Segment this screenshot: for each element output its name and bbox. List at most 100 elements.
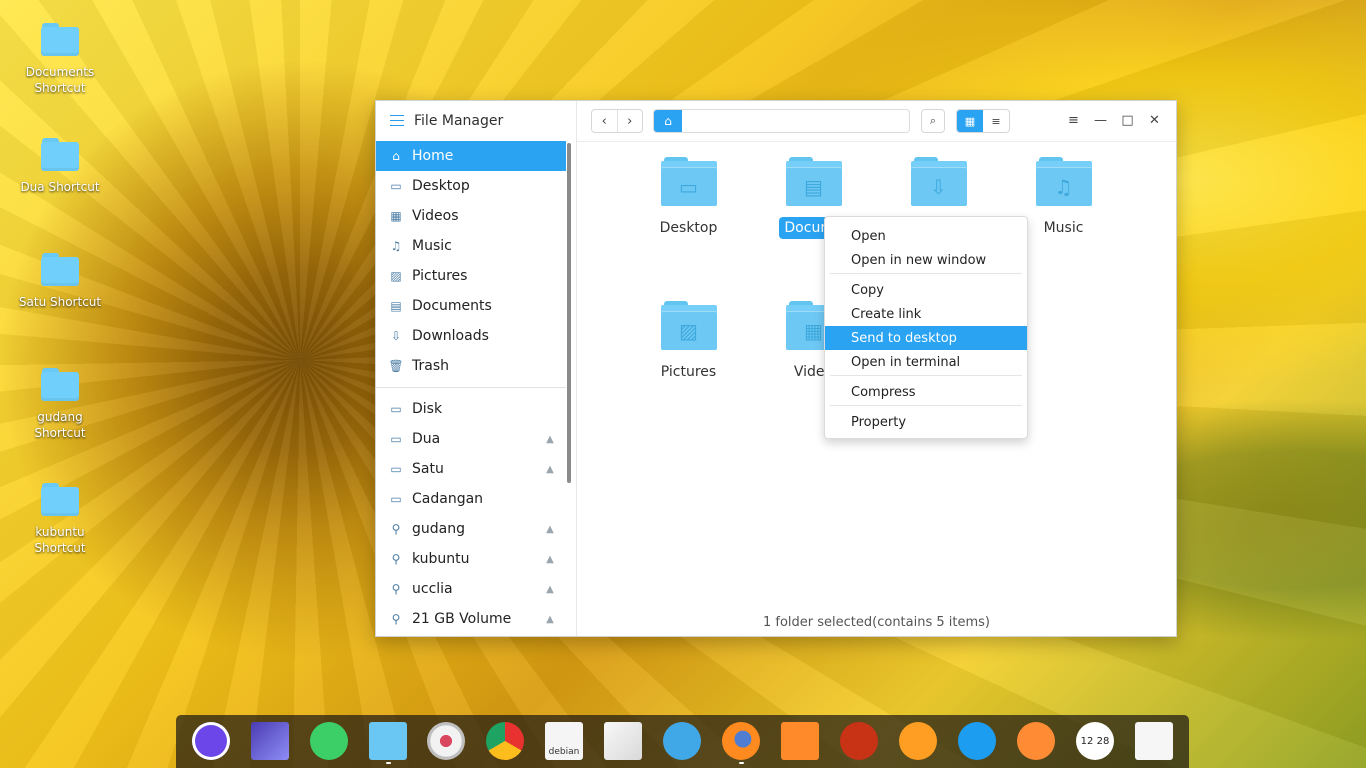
network-icon: ⚲: [391, 522, 401, 536]
eject-icon[interactable]: ▲: [544, 554, 556, 565]
firefox-icon[interactable]: [722, 722, 760, 760]
menu-item-open-in-new-window[interactable]: Open in new window: [825, 248, 1027, 272]
home-breadcrumb-icon[interactable]: ⌂: [654, 110, 682, 132]
maximize-icon[interactable]: □: [1118, 110, 1137, 130]
sidebar-item-label: Videos: [412, 208, 459, 224]
search-icon[interactable]: ⌕: [921, 109, 945, 133]
window-controls: ≡ — □ ✕: [1064, 110, 1164, 130]
sidebar: File Manager ⌂ Home ▭ Desktop ▦ Videos ♫ Mus…: [376, 101, 577, 636]
debian-icon[interactable]: debian: [545, 722, 583, 760]
sidebar-item-satu[interactable]: ▭ Satu ▲: [376, 454, 566, 484]
network-icon: ⚲: [391, 612, 401, 626]
menu-item-property[interactable]: Property: [825, 410, 1027, 434]
menu-item-copy[interactable]: Copy: [825, 278, 1027, 302]
telegram-icon[interactable]: [663, 722, 701, 760]
close-icon[interactable]: ✕: [1145, 110, 1164, 130]
context-menu: Open Open in new window Copy Create link…: [824, 216, 1028, 439]
running-indicator: [739, 762, 744, 764]
minimize-icon[interactable]: —: [1091, 110, 1110, 130]
sidebar-item-home[interactable]: ⌂ Home: [376, 141, 566, 171]
eject-icon[interactable]: ▲: [544, 464, 556, 475]
sidebar-item-cadangan[interactable]: ▭ Cadangan: [376, 484, 566, 514]
window-manager-icon[interactable]: [251, 722, 289, 760]
desktop-shortcut-label: gudang Shortcut: [34, 410, 86, 440]
app-store-icon[interactable]: [310, 722, 348, 760]
sidebar-item-label: Documents: [412, 298, 492, 314]
disk-icon: ▭: [390, 492, 402, 506]
navigation-buttons: ‹ ›: [591, 109, 643, 133]
grid-view-icon[interactable]: ▦: [957, 110, 983, 132]
menu-item-open[interactable]: Open: [825, 224, 1027, 248]
eject-icon[interactable]: [1017, 722, 1055, 760]
sidebar-item-label: Desktop: [412, 178, 470, 194]
download-icon: ⇩: [390, 329, 402, 343]
eject-icon[interactable]: ▲: [544, 434, 556, 445]
list-view-icon[interactable]: ≡: [983, 110, 1009, 132]
menu-item-send-to-desktop[interactable]: Send to desktop: [825, 326, 1027, 350]
downloads-folder-icon: ⇩: [910, 156, 967, 208]
back-button[interactable]: ‹: [592, 110, 618, 132]
sidebar-item-music[interactable]: ♫ Music: [376, 231, 566, 261]
desktop-shortcut-kubuntu[interactable]: kubuntu Shortcut: [15, 476, 105, 591]
folder-item-pictures[interactable]: ▨ Pictures: [641, 300, 736, 400]
sidebar-item-label: ucclia: [412, 581, 453, 597]
trash-icon[interactable]: [1135, 722, 1173, 760]
forward-button[interactable]: ›: [618, 110, 643, 132]
launcher-icon[interactable]: [192, 722, 230, 760]
eject-icon[interactable]: ▲: [544, 584, 556, 595]
menu-item-open-in-terminal[interactable]: Open in terminal: [825, 350, 1027, 374]
sidebar-item-label: Home: [412, 148, 454, 164]
settings-icon[interactable]: [427, 722, 465, 760]
sidebar-item-label: Dua: [412, 431, 441, 447]
sidebar-item-21-gb-volume[interactable]: ⚲ 21 GB Volume ▲: [376, 604, 566, 634]
chrome-icon[interactable]: [486, 722, 524, 760]
sidebar-item-videos[interactable]: ▦ Videos: [376, 201, 566, 231]
sidebar-item-documents[interactable]: ▤ Documents: [376, 291, 566, 321]
menu-divider: [830, 405, 1022, 406]
search-app-icon[interactable]: [899, 722, 937, 760]
sidebar-item-pictures[interactable]: ▨ Pictures: [376, 261, 566, 291]
menu-item-create-link[interactable]: Create link: [825, 302, 1027, 326]
desktop-shortcut-satu[interactable]: Satu Shortcut: [15, 246, 105, 361]
sidebar-item-desktop[interactable]: ▭ Desktop: [376, 171, 566, 201]
dock: debian 12 28: [176, 715, 1189, 768]
sidebar-item-dua[interactable]: ▭ Dua ▲: [376, 424, 566, 454]
menu-icon: [390, 115, 404, 127]
clock-icon[interactable]: 12 28: [1076, 722, 1114, 760]
file-manager-icon[interactable]: [369, 722, 407, 760]
shopping-bag-icon[interactable]: [781, 722, 819, 760]
sidebar-item-gudang[interactable]: ⚲ gudang ▲: [376, 514, 566, 544]
sidebar-item-trash[interactable]: 🗑 Trash: [376, 351, 566, 381]
power-icon[interactable]: [840, 722, 878, 760]
network-icon: ⚲: [391, 552, 401, 566]
desktop-shortcut-dua[interactable]: Dua Shortcut: [15, 131, 105, 246]
sidebar-item-downloads[interactable]: ⇩ Downloads: [376, 321, 566, 351]
sidebar-item-disk[interactable]: ▭ Disk: [376, 394, 566, 424]
eject-icon[interactable]: ▲: [544, 524, 556, 535]
desktop-shortcut-gudang[interactable]: gudang Shortcut: [15, 361, 105, 476]
folder-item-music[interactable]: ♫ Music: [1016, 156, 1111, 256]
desktop-shortcut-label: Documents Shortcut: [25, 65, 95, 95]
toolbar: ‹ › ⌂ ⌕ ▦ ≡ ≡ — □ ✕: [577, 101, 1176, 142]
desktop-shortcut-documents[interactable]: Documents Shortcut: [15, 16, 105, 131]
sidebar-item-label: Satu: [412, 461, 444, 477]
desktop-shortcut-label: kubuntu Shortcut: [34, 525, 86, 555]
wifi-icon[interactable]: [958, 722, 996, 760]
sidebar-item-label: Downloads: [412, 328, 489, 344]
video-icon: ▦: [390, 209, 402, 223]
document-icon: ▤: [390, 299, 402, 313]
folder-icon: [41, 482, 79, 516]
sidebar-scrollbar[interactable]: [567, 143, 571, 483]
sidebar-item-label: Music: [412, 238, 452, 254]
folder-icon: [41, 22, 79, 56]
menu-item-compress[interactable]: Compress: [825, 380, 1027, 404]
sidebar-item-ucclia[interactable]: ⚲ ucclia ▲: [376, 574, 566, 604]
disk-icon: ▭: [390, 432, 402, 446]
location-bar[interactable]: ⌂: [653, 109, 910, 133]
menu-icon[interactable]: ≡: [1064, 110, 1083, 130]
eject-icon[interactable]: ▲: [544, 614, 556, 625]
folder-item-desktop[interactable]: ▭ Desktop: [641, 156, 736, 256]
sidebar-item-kubuntu[interactable]: ⚲ kubuntu ▲: [376, 544, 566, 574]
app-title: File Manager: [414, 113, 504, 129]
image-viewer-icon[interactable]: [604, 722, 642, 760]
